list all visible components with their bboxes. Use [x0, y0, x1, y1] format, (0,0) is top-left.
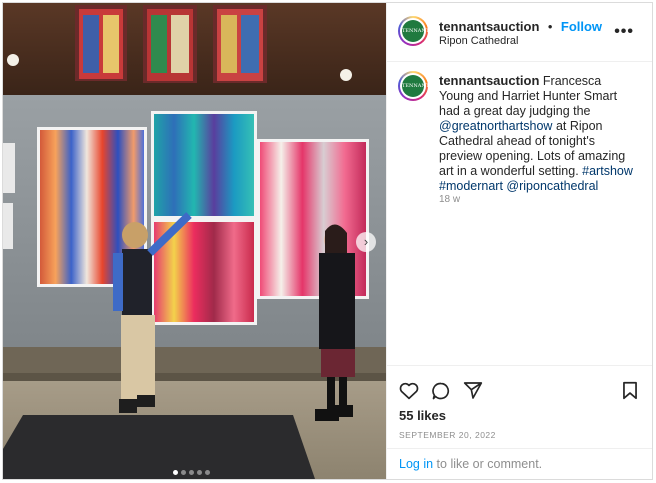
follow-button[interactable]: Follow: [561, 19, 602, 34]
header-title-row: tennantsauction • Follow: [439, 18, 602, 36]
carousel-next-button[interactable]: ›: [356, 232, 376, 252]
separator-dot: •: [547, 19, 553, 34]
post-location[interactable]: Ripon Cathedral: [439, 35, 519, 47]
avatar-logo: TENNANTS: [402, 20, 432, 42]
spotlight-right: [340, 69, 352, 81]
comment-icon[interactable]: [431, 381, 451, 406]
instagram-post: › TENNANTS tennantsauction • Follow Ripo…: [2, 2, 653, 480]
like-count[interactable]: 55 likes: [399, 408, 446, 423]
carousel-dot: [181, 470, 186, 475]
carousel-dot: [173, 470, 178, 475]
post-photo[interactable]: ›: [3, 3, 386, 479]
spotlight-left: [7, 54, 19, 66]
post-username[interactable]: tennantsauction: [439, 19, 539, 34]
post-header: TENNANTS tennantsauction • Follow Ripon …: [387, 3, 652, 62]
chevron-right-icon: ›: [363, 234, 369, 249]
login-link[interactable]: Log in: [399, 457, 433, 471]
avatar[interactable]: TENNANTS: [398, 16, 432, 46]
carousel-dot: [189, 470, 194, 475]
avatar-logo: TENNANTS: [402, 75, 432, 97]
caption-hashtag[interactable]: #artshow: [582, 164, 633, 178]
post-side-panel: TENNANTS tennantsauction • Follow Ripon …: [386, 3, 652, 479]
login-prompt: Log in to like or comment.: [387, 448, 652, 479]
post-actions-bar: [387, 365, 652, 414]
caption-username[interactable]: tennantsauction: [439, 73, 539, 88]
caption-time-ago: 18 w: [439, 194, 461, 205]
carousel-dot: [197, 470, 202, 475]
caption-hashtag[interactable]: #modernart: [439, 179, 503, 193]
caption-avatar[interactable]: TENNANTS: [398, 71, 432, 101]
caption-mention[interactable]: @greatnorthartshow: [439, 119, 552, 133]
more-horizontal-icon: •••: [614, 23, 634, 40]
carousel-indicator: [173, 462, 213, 475]
post-date: SEPTEMBER 20, 2022: [399, 430, 496, 440]
post-caption: tennantsauction Francesca Young and Harr…: [439, 73, 639, 194]
heart-icon[interactable]: [399, 381, 419, 405]
carousel-dot: [205, 470, 210, 475]
more-options-button[interactable]: •••: [614, 23, 634, 41]
stained-glass-windows: [75, 5, 267, 83]
photo-artwork: [3, 3, 386, 479]
login-prompt-text: to like or comment.: [436, 457, 543, 471]
send-icon[interactable]: [463, 381, 483, 405]
caption-mention[interactable]: @riponcathedral: [506, 179, 598, 193]
bookmark-icon[interactable]: [622, 381, 638, 405]
